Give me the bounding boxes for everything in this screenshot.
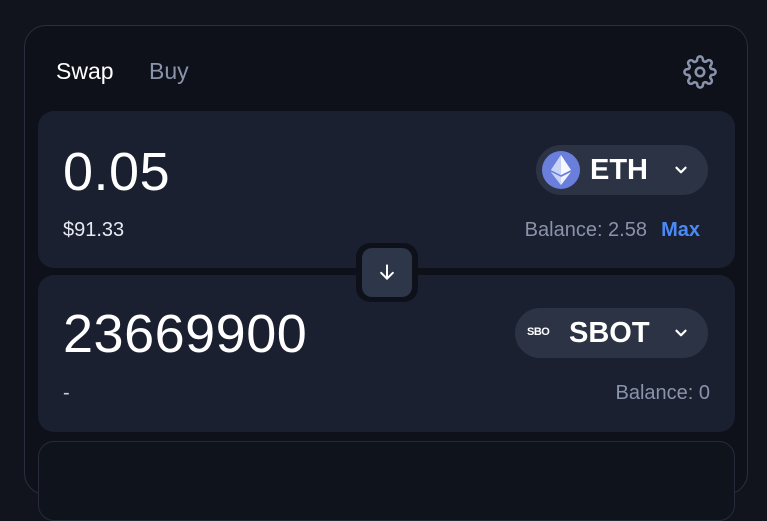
gear-icon bbox=[683, 55, 717, 89]
chevron-down-icon bbox=[675, 329, 687, 337]
chevron-down-icon bbox=[675, 166, 687, 174]
tab-swap[interactable]: Swap bbox=[56, 58, 114, 85]
sell-token-selector[interactable]: ETH bbox=[536, 145, 708, 195]
sell-amount-input[interactable]: 0.05 bbox=[63, 141, 170, 203]
tab-buy[interactable]: Buy bbox=[149, 58, 189, 85]
sell-token-symbol: ETH bbox=[590, 154, 648, 186]
sell-fiat-value: $91.33 bbox=[63, 219, 125, 241]
switch-direction-frame bbox=[356, 243, 418, 302]
sbot-logo-icon: SBO bbox=[527, 326, 550, 338]
arrow-down-icon bbox=[380, 264, 394, 280]
buy-token-selector[interactable]: SBO SBOT bbox=[515, 308, 708, 358]
max-button[interactable]: Max bbox=[661, 219, 700, 242]
buy-fiat-value: - bbox=[63, 382, 70, 404]
swap-widget: Swap Buy 0.05 $91.33 Balance: 2.58 Max E… bbox=[24, 25, 748, 521]
switch-direction-button[interactable] bbox=[362, 248, 412, 297]
sell-balance: Balance: 2.58 bbox=[524, 219, 647, 241]
settings-button[interactable] bbox=[683, 55, 717, 89]
ethereum-icon bbox=[542, 151, 580, 189]
buy-token-symbol: SBOT bbox=[569, 317, 650, 349]
details-panel bbox=[38, 441, 735, 521]
buy-balance: Balance: 0 bbox=[615, 382, 710, 404]
buy-amount-input[interactable]: 23669900 bbox=[63, 303, 307, 365]
